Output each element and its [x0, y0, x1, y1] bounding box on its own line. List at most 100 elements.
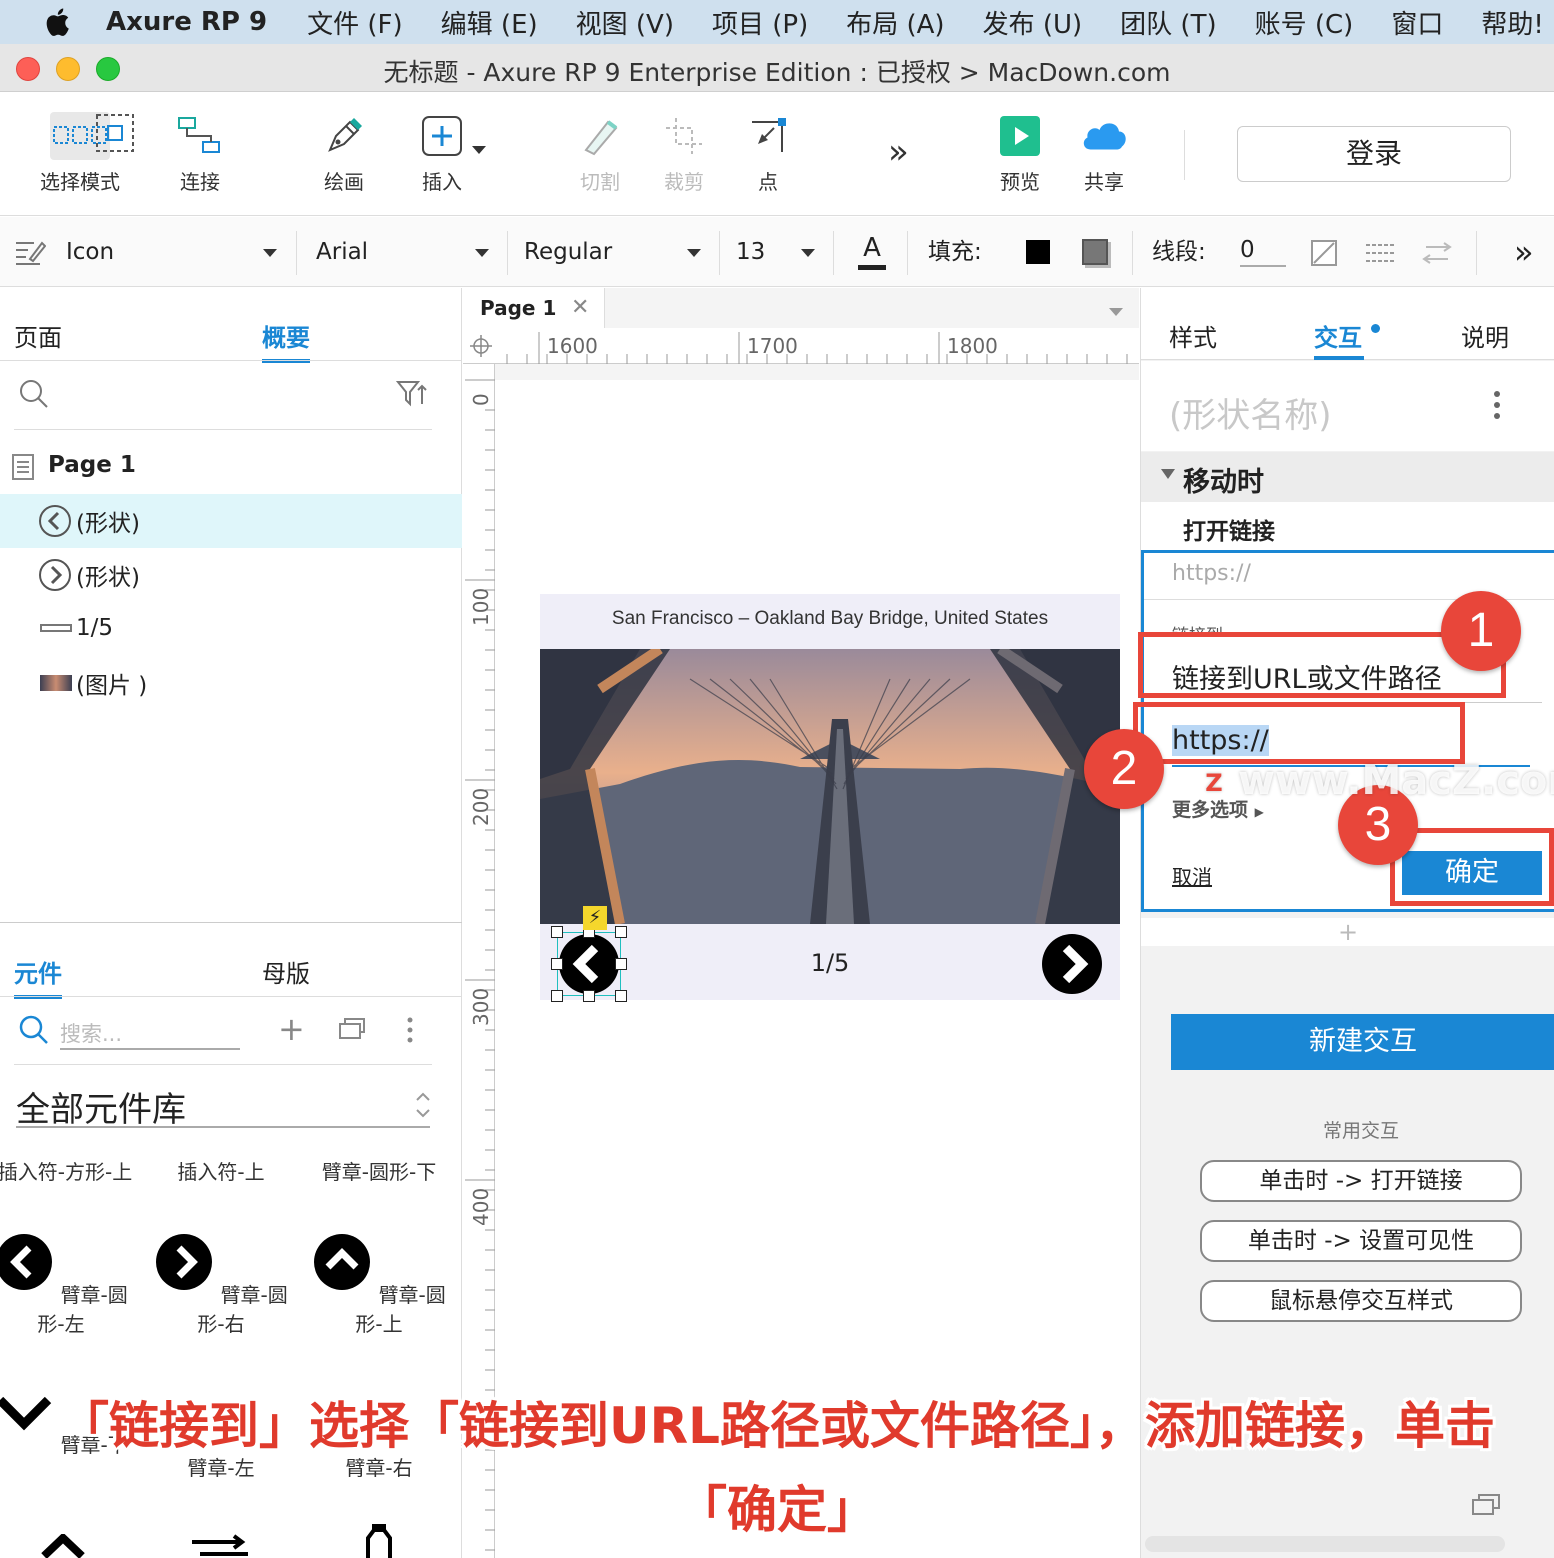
action-label[interactable]: 打开链接 — [1183, 512, 1275, 546]
carousel-next-button[interactable] — [1040, 932, 1104, 996]
insert-dropdown-icon[interactable] — [472, 146, 486, 154]
tabs-dropdown-icon[interactable] — [1109, 308, 1123, 316]
stroke-width-input[interactable]: 0 — [1240, 237, 1286, 267]
menu-help[interactable]: 帮助! — [1481, 4, 1543, 41]
menu-file[interactable]: 文件 (F) — [307, 4, 403, 41]
font-weight-select[interactable]: Regular — [524, 217, 612, 287]
carousel-widget[interactable]: San Francisco – Oakland Bay Bridge, Unit… — [540, 594, 1120, 1002]
size-dropdown-icon[interactable] — [801, 249, 815, 257]
carousel-prev-button[interactable]: ⚡ — [551, 906, 627, 1002]
quick-click-set-visibility[interactable]: 单击时 -> 设置可见性 — [1200, 1220, 1522, 1262]
url-summary[interactable]: https:// — [1172, 561, 1251, 586]
shape-name-input[interactable]: (形状名称) — [1169, 388, 1332, 437]
shadow-swatch[interactable] — [1082, 239, 1108, 265]
circle-chevron-right-icon — [1042, 934, 1102, 994]
page-name[interactable]: Page 1 — [48, 452, 136, 478]
tab-widgets[interactable]: 元件 — [14, 954, 62, 999]
text-color-icon[interactable]: A — [858, 233, 886, 271]
login-button[interactable]: 登录 — [1237, 126, 1511, 182]
connect-button[interactable]: 连接 — [160, 92, 240, 216]
format-overflow-button[interactable]: » — [1514, 217, 1534, 287]
resize-handle[interactable] — [583, 990, 595, 1002]
library-window-icon[interactable] — [338, 1016, 366, 1040]
outline-item-shape-right[interactable]: (形状) — [0, 548, 462, 602]
menu-account[interactable]: 账号 (C) — [1255, 4, 1354, 41]
menu-edit[interactable]: 编辑 (E) — [441, 4, 538, 41]
library-select[interactable]: 全部元件库 — [16, 1082, 430, 1130]
share-button[interactable]: 共享 — [1064, 92, 1144, 216]
preview-button[interactable]: 预览 — [980, 92, 1060, 216]
widget-caret-square-up[interactable]: 插入符-方形-上 — [0, 1156, 140, 1185]
tab-masters[interactable]: 母版 — [262, 954, 310, 989]
outline-item-text[interactable]: 1/5 — [0, 601, 462, 655]
tab-style[interactable]: 样式 — [1169, 318, 1217, 353]
resize-handle[interactable] — [551, 990, 563, 1002]
resize-handle[interactable] — [551, 926, 563, 938]
tab-interactions[interactable]: 交互 — [1314, 318, 1362, 353]
add-library-icon[interactable]: + — [278, 1010, 305, 1048]
weight-dropdown-icon[interactable] — [687, 249, 701, 257]
more-vertical-icon[interactable] — [1491, 390, 1503, 420]
tab-notes[interactable]: 说明 — [1461, 318, 1509, 353]
resize-handle[interactable] — [615, 958, 627, 970]
resize-handle[interactable] — [551, 958, 563, 970]
menu-arrange[interactable]: 布局 (A) — [846, 4, 944, 41]
arrow-style-icon[interactable] — [1420, 239, 1454, 267]
selection-outline — [557, 932, 621, 996]
cancel-link[interactable]: 取消 — [1172, 861, 1212, 890]
style-dropdown-icon[interactable] — [263, 249, 277, 257]
close-tab-icon[interactable]: ✕ — [571, 288, 589, 328]
filter-icon[interactable] — [396, 380, 428, 408]
menu-project[interactable]: 项目 (P) — [712, 4, 808, 41]
menu-team[interactable]: 团队 (T) — [1120, 4, 1216, 41]
app-menu[interactable]: Axure RP 9 — [106, 7, 267, 37]
widget-caret-up[interactable]: 插入符-上 — [146, 1156, 296, 1185]
select-contained-icon[interactable] — [94, 112, 138, 160]
divider — [719, 231, 720, 275]
crosshair-icon[interactable] — [469, 334, 493, 358]
library-search-input[interactable]: 搜索... — [60, 1018, 240, 1050]
search-icon[interactable] — [18, 378, 50, 410]
slice-button[interactable]: 切割 — [560, 92, 640, 216]
point-label: 点 — [758, 170, 778, 194]
image-thumb-icon — [40, 675, 72, 691]
resize-handle[interactable] — [615, 926, 627, 938]
ruler-label: 100 — [469, 587, 493, 626]
widget-label: 插入符-上 — [177, 1160, 265, 1184]
outline-item-shape-left[interactable]: (形状) — [0, 494, 462, 548]
apple-icon[interactable] — [42, 5, 76, 39]
toolbar-overflow-button[interactable]: » — [888, 132, 909, 172]
font-dropdown-icon[interactable] — [475, 249, 489, 257]
fill-color-swatch[interactable] — [1026, 240, 1050, 264]
widget-badge-circle-up[interactable]: 臂章-圆形-上 — [304, 1232, 454, 1337]
tab-page-1[interactable]: Page 1 ✕ — [463, 288, 605, 328]
quick-click-open-link[interactable]: 单击时 -> 打开链接 — [1200, 1160, 1522, 1202]
quick-hover-style[interactable]: 鼠标悬停交互样式 — [1200, 1280, 1522, 1322]
menu-publish[interactable]: 发布 (U) — [983, 4, 1083, 41]
menu-window[interactable]: 窗口 — [1391, 4, 1443, 41]
new-interaction-button[interactable]: 新建交互 — [1171, 1014, 1554, 1070]
add-action-button[interactable]: + — [1141, 918, 1554, 946]
stroke-color-icon[interactable] — [1310, 239, 1338, 267]
widget-badge-circle-down[interactable]: 臂章-圆形-下 — [304, 1156, 454, 1185]
style-name-select[interactable]: Icon — [66, 217, 114, 287]
style-edit-icon[interactable] — [14, 237, 46, 267]
font-size-select[interactable]: 13 — [736, 217, 765, 287]
divider — [1132, 231, 1133, 275]
resize-handle[interactable] — [615, 990, 627, 1002]
ruler-label: 0 — [469, 393, 493, 406]
tab-pages[interactable]: 页面 — [14, 318, 62, 353]
point-button[interactable]: 点 — [728, 92, 808, 216]
tab-outline[interactable]: 概要 — [262, 318, 310, 363]
ruler-label: 1700 — [747, 334, 798, 358]
more-vertical-icon[interactable] — [404, 1016, 416, 1044]
font-family-select[interactable]: Arial — [316, 217, 368, 287]
widget-badge-circle-left[interactable]: 臂章-圆形-左 — [0, 1232, 136, 1337]
widget-badge-circle-right[interactable]: 臂章-圆形-右 — [146, 1232, 296, 1337]
outline-item-image[interactable]: (图片 ) — [0, 656, 462, 710]
draw-button[interactable]: 绘画 — [304, 92, 384, 216]
crop-button[interactable]: 裁剪 — [644, 92, 724, 216]
stroke-pattern-icon[interactable] — [1364, 239, 1396, 267]
insert-button[interactable]: 插入 — [404, 92, 480, 216]
menu-view[interactable]: 视图 (V) — [576, 4, 674, 41]
